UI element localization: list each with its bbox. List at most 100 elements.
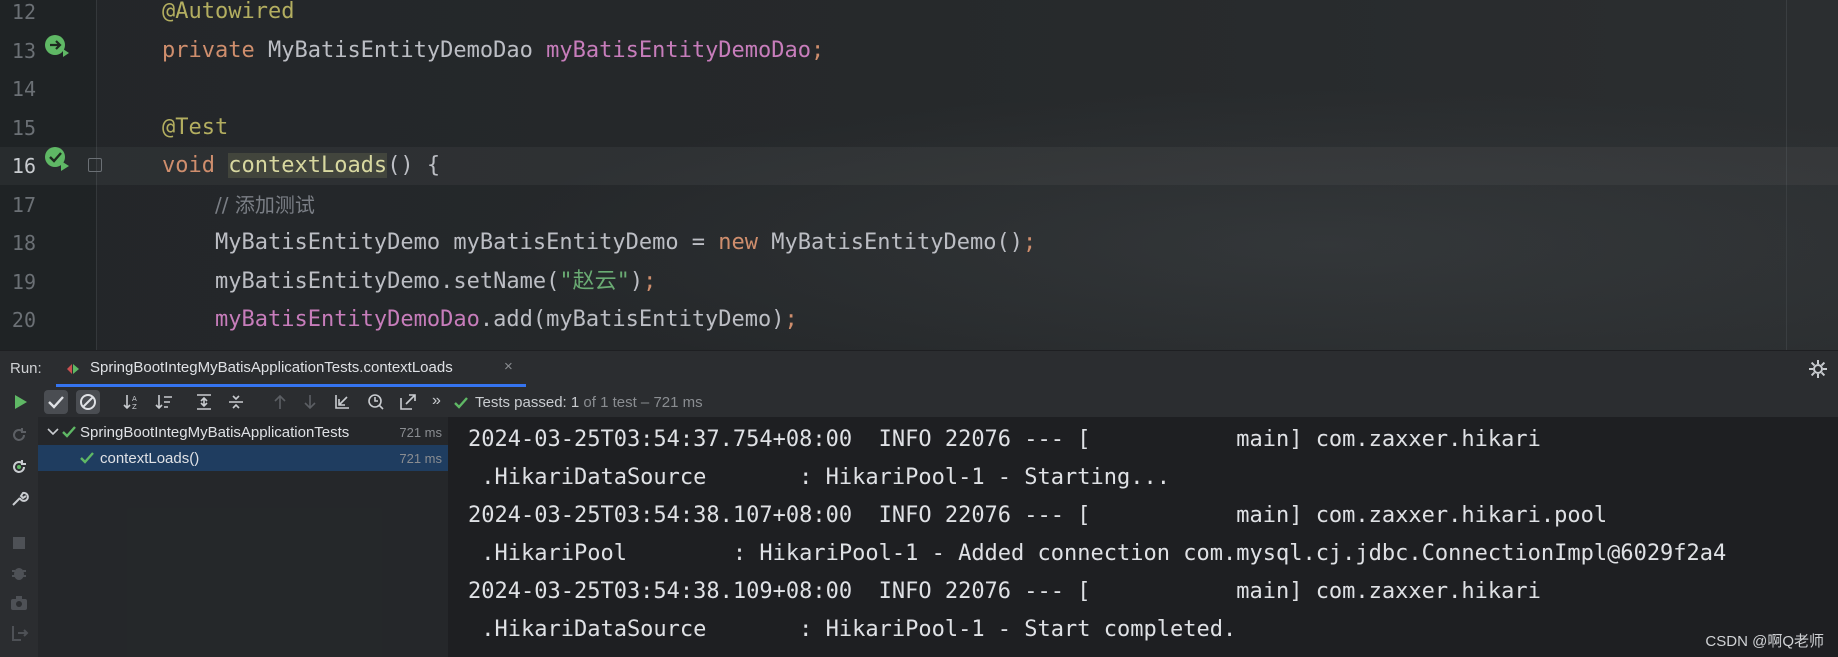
code-line[interactable]: 19 myBatisEntityDemo.setName("赵云"); xyxy=(0,263,1838,301)
test-method-label: contextLoads() xyxy=(100,450,200,467)
code-token: ) xyxy=(629,268,644,294)
code-line[interactable]: 20 myBatisEntityDemoDao.add(myBatisEntit… xyxy=(0,301,1838,339)
code-text: @Test xyxy=(162,109,228,147)
code-token: ; xyxy=(1022,230,1037,255)
line-number: 16 xyxy=(11,154,36,178)
tree-row-test-method[interactable]: contextLoads() 721 ms xyxy=(38,445,448,471)
watermark: CSDN @啊Q老师 xyxy=(1705,633,1824,650)
run-tab-title: SpringBootIntegMyBatisApplicationTests.c… xyxy=(90,359,453,376)
line-number: 19 xyxy=(11,269,36,294)
code-token: @Autowired xyxy=(162,0,295,24)
console-line: .HikariDataSource : HikariPool-1 - Start… xyxy=(468,617,1237,642)
expand-all-icon[interactable] xyxy=(192,390,216,414)
fold-marker-icon[interactable] xyxy=(88,158,102,172)
prev-test-icon[interactable] xyxy=(268,390,292,414)
code-line[interactable]: 18 MyBatisEntityDemo myBatisEntityDemo =… xyxy=(0,224,1838,262)
run-label: Run: xyxy=(10,360,42,377)
export-icon[interactable] xyxy=(396,390,420,414)
test-config-icon xyxy=(67,364,79,374)
sort-alpha-icon[interactable]: AZ xyxy=(120,390,144,414)
exit-icon[interactable] xyxy=(9,623,29,643)
gear-icon[interactable] xyxy=(1808,359,1828,379)
code-token: ; xyxy=(643,268,657,294)
console-line: .HikariDataSource : HikariPool-1 - Start… xyxy=(468,465,1170,490)
close-icon[interactable]: × xyxy=(504,358,513,375)
code-line[interactable]: 15 @Test xyxy=(0,109,1838,147)
run-icon[interactable] xyxy=(8,390,32,414)
tests-passed-status: Tests passed: 1 of 1 test – 721 ms xyxy=(475,394,703,411)
code-token: private xyxy=(162,37,268,63)
history-icon[interactable] xyxy=(364,390,388,414)
line-number: 15 xyxy=(11,115,36,140)
check-icon xyxy=(454,397,468,409)
line-number: 18 xyxy=(11,231,36,255)
code-line[interactable]: 17 // 添加测试 xyxy=(0,186,1838,224)
rerun-icon[interactable] xyxy=(9,425,29,445)
code-token: ; xyxy=(811,37,825,63)
code-token: MyBatisEntityDemo() xyxy=(771,230,1023,255)
bug-icon[interactable] xyxy=(9,563,29,583)
bean-navigate-icon[interactable] xyxy=(43,31,71,59)
code-token: @Test xyxy=(162,114,229,140)
next-test-icon[interactable] xyxy=(298,390,322,414)
code-editor[interactable]: 12 @Autowired 13 private MyBatisEntityDemoD… xyxy=(0,0,1838,350)
run-test-icon[interactable] xyxy=(43,144,71,172)
code-token: myBatisEntityDemoDao xyxy=(546,37,812,63)
code-token: ; xyxy=(784,307,798,332)
test-class-label: SpringBootIntegMyBatisApplicationTests xyxy=(80,424,350,441)
code-line[interactable]: 16 void contextLoads() { xyxy=(0,147,1838,185)
console-line: 2024-03-25T03:54:38.107+08:00 INFO 22076… xyxy=(468,503,1608,528)
line-number: 12 xyxy=(11,0,36,24)
code-token: () { xyxy=(387,153,441,178)
more-actions[interactable]: » xyxy=(432,392,441,410)
console-line: .HikariPool : HikariPool-1 - Added conne… xyxy=(468,541,1727,566)
code-token: MyBatisEntityDemoDao xyxy=(267,37,547,63)
check-icon xyxy=(80,452,94,464)
camera-icon[interactable] xyxy=(9,593,29,613)
console-line: 2024-03-25T03:54:37.754+08:00 INFO 22076… xyxy=(468,427,1541,452)
wrench-icon[interactable] xyxy=(9,489,29,509)
code-text: // 添加测试 xyxy=(162,186,315,225)
svg-text:A: A xyxy=(132,395,137,403)
code-token: myBatisEntityDemo.setName( xyxy=(162,268,560,294)
stop-icon[interactable] xyxy=(9,533,29,553)
show-ignored-icon[interactable] xyxy=(76,390,100,414)
sort-duration-icon[interactable] xyxy=(152,390,176,414)
check-icon xyxy=(62,426,76,438)
run-tab[interactable]: SpringBootIntegMyBatisApplicationTests.c… xyxy=(56,351,526,387)
chevron-down-icon[interactable] xyxy=(46,425,60,439)
import-tests-icon[interactable] xyxy=(330,390,354,414)
code-text: myBatisEntityDemoDao.add(myBatisEntityDe… xyxy=(162,301,798,339)
test-class-duration: 721 ms xyxy=(399,425,442,440)
code-line[interactable]: 14 xyxy=(0,70,1838,108)
code-token: .add(myBatisEntityDemo) xyxy=(479,307,785,332)
tree-row-test-class[interactable]: SpringBootIntegMyBatisApplicationTests 7… xyxy=(38,419,448,445)
code-line[interactable]: 12 @Autowired xyxy=(0,0,1838,31)
code-token: MyBatisEntityDemo myBatisEntityDemo = xyxy=(162,230,719,255)
collapse-all-icon[interactable] xyxy=(224,390,248,414)
code-text: myBatisEntityDemo.setName("赵云"); xyxy=(162,263,656,301)
code-token: // 添加测试 xyxy=(214,192,315,217)
code-token: contextLoads xyxy=(228,153,388,178)
line-number: 20 xyxy=(11,308,36,332)
show-passed-icon[interactable] xyxy=(44,390,68,414)
code-token: myBatisEntityDemoDao xyxy=(214,307,480,332)
rerun-failed-icon[interactable] xyxy=(9,457,29,477)
code-token: "赵云" xyxy=(559,268,630,294)
console-output[interactable]: 2024-03-25T03:54:37.754+08:00 INFO 22076… xyxy=(448,417,1838,657)
code-line[interactable]: 13 private MyBatisEntityDemoDao myBatisEn… xyxy=(0,32,1838,70)
test-runner-toolbar: AZ » Tests passed: 1 of 1 test – 721 ms xyxy=(0,387,1838,417)
line-number: 14 xyxy=(11,77,36,101)
line-number: 17 xyxy=(11,192,36,217)
test-method-duration: 721 ms xyxy=(399,451,442,466)
code-text: @Autowired xyxy=(162,0,294,31)
code-text: void contextLoads() { xyxy=(162,147,440,185)
code-text: private MyBatisEntityDemoDao myBatisEnti… xyxy=(162,32,824,70)
line-number: 13 xyxy=(11,38,36,63)
console-line: 2024-03-25T03:54:38.109+08:00 INFO 22076… xyxy=(468,579,1541,604)
test-results-tree[interactable]: SpringBootIntegMyBatisApplicationTests 7… xyxy=(38,417,448,657)
svg-text:Z: Z xyxy=(132,403,137,411)
code-token: void xyxy=(162,153,229,178)
code-text: MyBatisEntityDemo myBatisEntityDemo = ne… xyxy=(162,224,1036,262)
